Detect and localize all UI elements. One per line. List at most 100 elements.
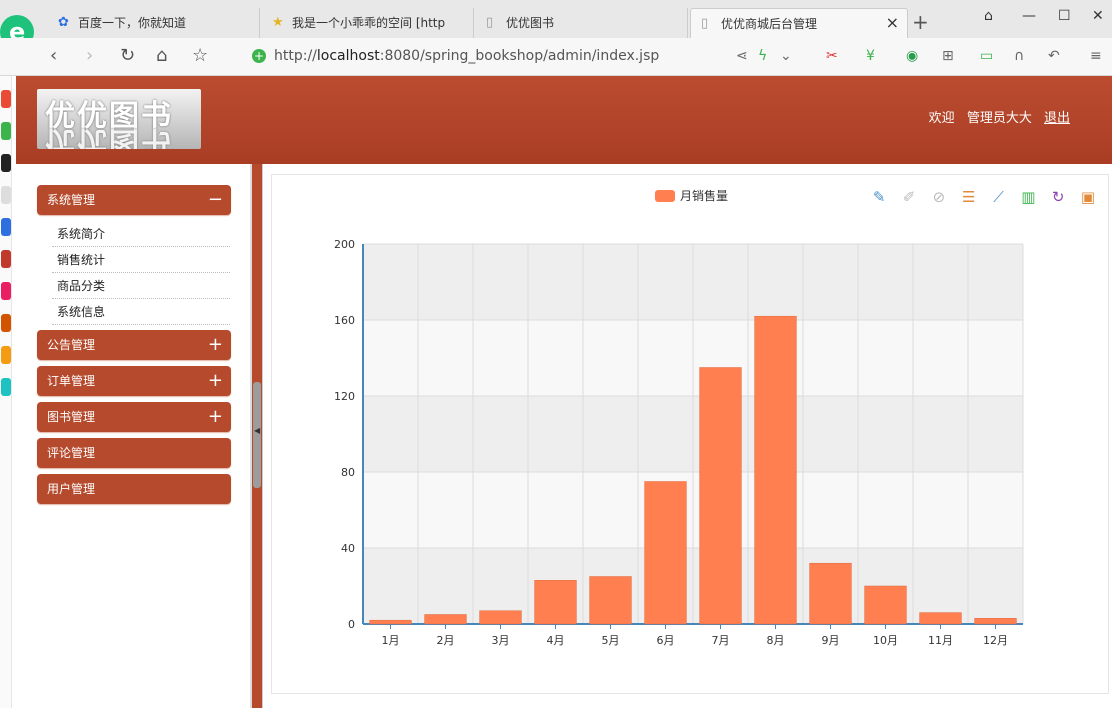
sidebar-app-icon[interactable] — [1, 378, 11, 396]
share-icon[interactable]: ⋖ — [736, 48, 748, 64]
restore-icon[interactable]: ↻ — [1048, 187, 1068, 207]
expand-icon[interactable]: + — [208, 330, 223, 360]
close-tab-icon[interactable]: × — [886, 13, 899, 32]
favorite-star-icon[interactable]: ☆ — [192, 45, 208, 66]
sidebar-app-icon[interactable] — [1, 250, 11, 268]
shirt-icon[interactable]: ⌂ — [984, 8, 993, 24]
sidebar-item-system-intro[interactable]: 系统简介 — [52, 221, 230, 247]
sidebar: 系统管理 − 系统简介 销售统计 商品分类 系统信息 公告管理 + 订单管理 +… — [16, 164, 252, 708]
bar — [424, 614, 467, 625]
bar — [974, 618, 1017, 625]
scissors-icon[interactable]: ✂ — [826, 48, 838, 64]
sidebar-item-system-info[interactable]: 系统信息 — [52, 299, 230, 325]
headphones-icon[interactable]: ∩ — [1014, 48, 1024, 64]
url-field[interactable]: + http://localhost:8080/spring_bookshop/… — [246, 44, 726, 70]
new-tab-icon[interactable]: + — [912, 10, 929, 34]
tab-baidu[interactable]: ✿ 百度一下，你就知道 — [48, 8, 260, 38]
bar — [754, 315, 797, 625]
legend-swatch — [655, 190, 675, 202]
x-tick-label: 8月 — [767, 634, 785, 647]
tab-qzone[interactable]: ★ 我是一个小乖乖的空间 [http — [262, 8, 474, 38]
home-icon[interactable]: ⌂ — [156, 45, 167, 66]
data-view-icon[interactable]: ☰ — [959, 187, 979, 207]
chart-panel: ✎ ✐ ⊘ ☰ ⟋ ▥ ↻ ▣ 0 40 80 120 160 200 1月 2月 3月 4月 5月… — [271, 174, 1109, 694]
expand-icon[interactable]: + — [208, 402, 223, 432]
wechat-icon[interactable]: ◉ — [906, 48, 918, 64]
x-tick-label: 9月 — [822, 634, 840, 647]
sidebar-group-notices[interactable]: 公告管理 + — [37, 330, 231, 360]
sidebar-app-icon[interactable] — [1, 90, 11, 108]
browser-tab-strip: e ✿ 百度一下，你就知道 ★ 我是一个小乖乖的空间 [http ▯ 优优图书 … — [0, 0, 1112, 49]
logout-link[interactable]: 退出 — [1044, 111, 1070, 126]
site-logo[interactable]: 优优图书 优优图书 — [37, 89, 201, 149]
sidebar-app-icon[interactable] — [1, 314, 11, 332]
tab-youyou-books[interactable]: ▯ 优优图书 — [476, 8, 688, 38]
collapse-handle[interactable]: ◀ — [253, 382, 261, 488]
bar — [644, 481, 687, 625]
expand-icon[interactable]: + — [208, 366, 223, 396]
sidebar-app-icon[interactable] — [1, 154, 11, 172]
maximize-icon[interactable]: ☐ — [1058, 8, 1071, 24]
secure-plus-icon: + — [252, 49, 266, 63]
layout-splitter[interactable]: ◀ — [252, 164, 262, 708]
y-tick-label: 0 — [348, 618, 355, 631]
forward-icon[interactable]: › — [86, 45, 93, 66]
line-chart-icon[interactable]: ⟋ — [989, 187, 1009, 207]
menu-icon[interactable]: ≡ — [1090, 48, 1102, 64]
sidebar-group-orders[interactable]: 订单管理 + — [37, 366, 231, 396]
bar — [919, 612, 962, 625]
bar — [864, 585, 907, 625]
mark-clear-icon[interactable]: ⊘ — [929, 187, 949, 207]
sidebar-group-books[interactable]: 图书管理 + — [37, 402, 231, 432]
y-tick-label: 40 — [341, 542, 355, 555]
x-tick-label: 7月 — [712, 634, 730, 647]
username: 管理员大大 — [966, 111, 1032, 126]
mark-icon[interactable]: ✎ — [869, 187, 889, 207]
url-path: :8080/spring_bookshop/admin/index.jsp — [379, 48, 660, 64]
main-content: ✎ ✐ ⊘ ☰ ⟋ ▥ ↻ ▣ 0 40 80 120 160 200 1月 2月 3月 4月 5月… — [262, 164, 1112, 708]
sidebar-app-icon[interactable] — [1, 218, 11, 236]
x-tick-label: 10月 — [873, 634, 898, 647]
welcome-text: 欢迎 — [928, 111, 955, 126]
lightning-icon[interactable]: ϟ — [758, 48, 767, 64]
bar — [699, 367, 742, 625]
legend-label: 月销售量 — [680, 188, 728, 203]
y-tick-label: 120 — [334, 390, 355, 403]
mark-undo-icon[interactable]: ✐ — [899, 187, 919, 207]
sidebar-app-icon[interactable] — [1, 346, 11, 364]
back-icon[interactable]: ‹ — [50, 45, 57, 66]
tab-admin[interactable]: ▯ 优优商城后台管理 × — [690, 8, 908, 38]
sidebar-group-system[interactable]: 系统管理 − — [37, 185, 231, 215]
save-image-icon[interactable]: ▣ — [1078, 187, 1098, 207]
sidebar-app-icon[interactable] — [1, 122, 11, 140]
x-tick-label: 2月 — [437, 634, 455, 647]
y-tick-label: 80 — [341, 466, 355, 479]
sidebar-group-users[interactable]: 用户管理 — [37, 474, 231, 504]
bar — [369, 619, 412, 625]
battery-icon[interactable]: ▭ — [980, 48, 993, 64]
undo-icon[interactable]: ↶ — [1048, 48, 1060, 64]
bar — [589, 576, 632, 625]
dropdown-icon[interactable]: ⌄ — [780, 48, 792, 64]
apps-icon[interactable]: ⊞ — [942, 48, 954, 64]
collapse-icon[interactable]: − — [208, 185, 223, 215]
close-window-icon[interactable]: ✕ — [1092, 8, 1104, 24]
chart-toolbox: ✎ ✐ ⊘ ☰ ⟋ ▥ ↻ ▣ — [863, 187, 1098, 207]
x-tick-label: 12月 — [983, 634, 1008, 647]
sidebar-item-sales-stats[interactable]: 销售统计 — [52, 247, 230, 273]
sidebar-app-icon[interactable] — [1, 186, 11, 204]
x-tick-label: 4月 — [547, 634, 565, 647]
star-icon: ★ — [272, 15, 284, 30]
minimize-icon[interactable]: — — [1022, 8, 1036, 24]
x-tick-label: 3月 — [492, 634, 510, 647]
bar-chart-icon[interactable]: ▥ — [1018, 187, 1038, 207]
sales-bar-chart: 0 40 80 120 160 200 1月 2月 3月 4月 5月 6月 7月 8月 9月 10月 11月 12… — [334, 188, 1024, 647]
reload-icon[interactable]: ↻ — [120, 45, 135, 66]
sidebar-item-categories[interactable]: 商品分类 — [52, 273, 230, 299]
address-bar: ‹ › ↻ ⌂ ☆ + http://localhost:8080/spring… — [0, 38, 1112, 76]
bar — [809, 562, 852, 625]
sidebar-group-comments[interactable]: 评论管理 — [37, 438, 231, 468]
y-tick-label: 160 — [334, 314, 355, 327]
yen-icon[interactable]: ¥ — [866, 48, 875, 64]
sidebar-app-icon[interactable] — [1, 282, 11, 300]
